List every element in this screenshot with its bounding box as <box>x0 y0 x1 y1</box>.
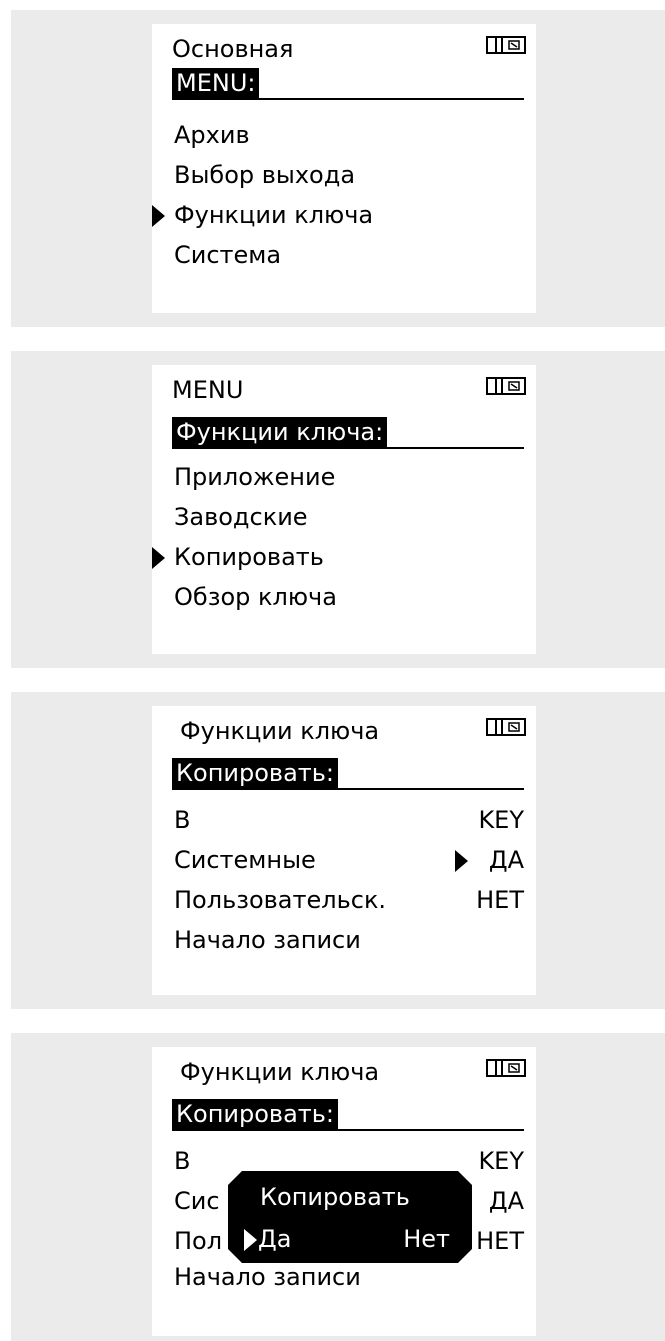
lcd-screen-2: MENU Функции ключа: Приложение Заводские… <box>152 365 536 654</box>
menu-item-archive[interactable]: Архив <box>174 121 250 149</box>
row-label-user: Пользовательск. <box>174 886 387 914</box>
row-value-system[interactable]: ДА <box>489 846 524 874</box>
row-value-user: НЕТ <box>476 1227 524 1255</box>
key-status-icon <box>486 377 526 395</box>
row-label-user: Пол <box>174 1227 223 1255</box>
screen-title: Копировать: <box>172 1099 338 1129</box>
selector-arrow-icon <box>244 1229 257 1251</box>
menu-item-factory[interactable]: Заводские <box>174 503 308 531</box>
menu-item-application[interactable]: Приложение <box>174 463 335 491</box>
selector-arrow-icon <box>152 547 165 569</box>
key-status-icon <box>486 36 526 54</box>
copy-confirm-dialog: Копировать Да Нет <box>228 1171 472 1263</box>
selector-arrow-icon <box>152 205 165 227</box>
row-value-system: ДА <box>488 1187 524 1215</box>
title-divider <box>172 98 524 100</box>
screen-header: MENU <box>172 376 244 404</box>
menu-item-key-overview[interactable]: Обзор ключа <box>174 583 337 611</box>
dialog-yes-option[interactable]: Да <box>258 1225 291 1253</box>
row-value-target: KEY <box>478 1147 524 1175</box>
screen-header: Функции ключа <box>180 1058 380 1086</box>
screen-title: MENU: <box>172 68 260 98</box>
lcd-screen-1: Основная MENU: Архив Выбор выхода Функци… <box>152 24 536 313</box>
screen-title: Копировать: <box>172 758 338 788</box>
screen-panel-2: MENU Функции ключа: Приложение Заводские… <box>11 351 665 668</box>
row-label-system: Сис <box>174 1187 220 1215</box>
screen-panel-4: Функции ключа Копировать: В KEY Сис ДА П… <box>11 1033 665 1341</box>
lcd-screen-3: Функции ключа Копировать: В KEY Системны… <box>152 706 536 995</box>
row-label-target: В <box>174 806 191 834</box>
menu-item-system[interactable]: Система <box>174 241 281 269</box>
menu-item-key-functions[interactable]: Функции ключа <box>174 201 373 229</box>
menu-item-copy[interactable]: Копировать <box>174 543 324 571</box>
screen-header: Основная <box>172 35 294 63</box>
screen-header: Функции ключа <box>180 717 380 745</box>
title-divider <box>172 1129 524 1131</box>
screen-title: Функции ключа: <box>172 417 388 447</box>
lcd-screen-4: Функции ключа Копировать: В KEY Сис ДА П… <box>152 1047 536 1336</box>
row-start-recording[interactable]: Начало записи <box>174 926 361 954</box>
screen-panel-3: Функции ключа Копировать: В KEY Системны… <box>11 692 665 1009</box>
key-status-icon <box>486 1059 526 1077</box>
selector-arrow-icon <box>455 850 468 872</box>
screen-panel-1: Основная MENU: Архив Выбор выхода Функци… <box>11 10 665 327</box>
row-value-target[interactable]: KEY <box>478 806 524 834</box>
title-divider <box>172 447 524 449</box>
row-start-recording: Начало записи <box>174 1263 361 1291</box>
row-label-target: В <box>174 1147 191 1175</box>
row-label-system: Системные <box>174 846 316 874</box>
title-divider <box>172 788 524 790</box>
dialog-no-option[interactable]: Нет <box>403 1225 450 1253</box>
dialog-title: Копировать <box>260 1183 410 1211</box>
row-value-user[interactable]: НЕТ <box>476 886 524 914</box>
menu-item-output-select[interactable]: Выбор выхода <box>174 161 355 189</box>
key-status-icon <box>486 718 526 736</box>
